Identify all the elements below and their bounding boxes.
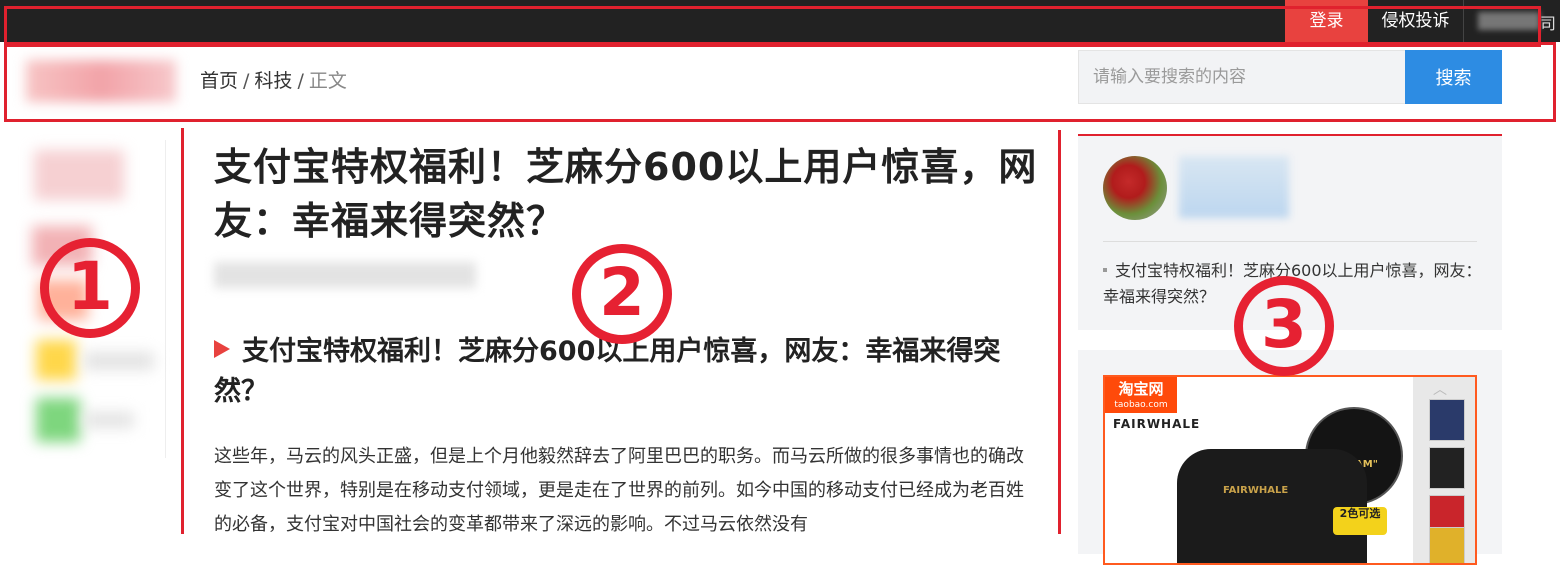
- breadcrumb: 首页 / 科技 / 正文: [200, 66, 347, 93]
- search-button[interactable]: 搜索: [1405, 50, 1502, 104]
- triangle-marker-icon: [214, 340, 230, 358]
- divider: [1103, 241, 1477, 242]
- related-article-text: 支付宝特权福利！芝麻分600以上用户惊喜，网友：幸福来得突然？: [1103, 261, 1482, 306]
- ad-banner[interactable]: 淘宝网taobao.com FAIRWHALE "DREAM" FAIRWHAL…: [1103, 375, 1477, 565]
- ad-colors-tag: 2色可选: [1333, 507, 1387, 535]
- login-button[interactable]: 登录: [1285, 0, 1368, 42]
- article-body: 这些年，马云的风头正盛，但是上个月他毅然辞去了阿里巴巴的职务。而马云所做的很多事…: [214, 446, 1024, 535]
- ad-thumbnail-strip[interactable]: [1413, 377, 1475, 563]
- site-logo-blurred[interactable]: [26, 60, 176, 102]
- taobao-logo-text: 淘宝网: [1118, 380, 1164, 398]
- share-item-blurred[interactable]: [34, 150, 124, 200]
- share-item-blurred[interactable]: [36, 340, 76, 380]
- taobao-logo-sub: taobao.com: [1114, 400, 1168, 410]
- breadcrumb-current: 正文: [308, 70, 347, 92]
- breadcrumb-separator: /: [243, 70, 250, 92]
- ad-card: 淘宝网taobao.com FAIRWHALE "DREAM" FAIRWHAL…: [1078, 350, 1502, 565]
- ad-brand: FAIRWHALE: [1113, 417, 1201, 431]
- share-item-blurred[interactable]: [32, 226, 92, 266]
- author-avatar[interactable]: [1103, 156, 1167, 220]
- share-label-blurred: [84, 412, 134, 428]
- article-subtitle-text: 支付宝特权福利！芝麻分600以上用户惊喜，网友：幸福来得突然？: [214, 336, 1001, 407]
- ad-thumbnail[interactable]: [1429, 527, 1465, 563]
- breadcrumb-tech[interactable]: 科技: [254, 70, 292, 92]
- breadcrumb-separator: /: [297, 70, 304, 92]
- bullet-icon: [1103, 268, 1107, 272]
- author-card: 支付宝特权福利！芝麻分600以上用户惊喜，网友：幸福来得突然？: [1078, 134, 1502, 330]
- top-bar: 登录 侵权投诉 司: [0, 0, 1560, 42]
- share-item-blurred[interactable]: [36, 398, 80, 442]
- ad-shirt-text: FAIRWHALE: [1223, 485, 1289, 496]
- annotation-line-right: [1058, 130, 1061, 534]
- share-label-blurred: [84, 352, 154, 370]
- related-article-link[interactable]: 支付宝特权福利！芝麻分600以上用户惊喜，网友：幸福来得突然？: [1103, 258, 1483, 310]
- article-title: 支付宝特权福利！芝麻分600以上用户惊喜，网友：幸福来得突然？: [214, 145, 1038, 243]
- chevron-up-icon[interactable]: ︿: [1433, 379, 1447, 399]
- share-item-blurred[interactable]: [38, 280, 88, 320]
- ad-thumbnail[interactable]: [1429, 447, 1465, 489]
- user-info-fragment: 司: [1540, 14, 1557, 33]
- article-meta-blurred: [214, 262, 476, 288]
- user-info-blurred[interactable]: [1478, 12, 1540, 30]
- ad-thumbnail[interactable]: [1429, 399, 1465, 441]
- site-header: 首页/科技/正文 搜索: [0, 42, 1560, 122]
- taobao-logo: 淘宝网 taobao.com: [1105, 377, 1177, 413]
- breadcrumb-home[interactable]: 首页: [200, 70, 238, 92]
- article-subtitle: 支付宝特权福利！芝麻分600以上用户惊喜，网友：幸福来得突然？: [214, 332, 1044, 412]
- share-sidebar-blurred: [24, 140, 166, 458]
- infringement-complaint-link[interactable]: 侵权投诉: [1368, 0, 1464, 42]
- annotation-line-left: [181, 128, 184, 534]
- article-main: 支付宝特权福利！芝麻分600以上用户惊喜，网友：幸福来得突然？ 支付宝特权福利！…: [214, 140, 1044, 542]
- author-name-blurred[interactable]: [1179, 156, 1289, 218]
- search-input[interactable]: [1078, 50, 1406, 104]
